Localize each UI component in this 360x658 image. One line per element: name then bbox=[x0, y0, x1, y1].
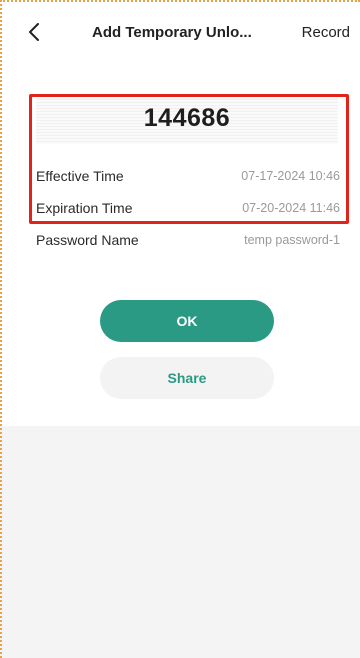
expiration-time-label: Expiration Time bbox=[36, 200, 133, 216]
password-name-label: Password Name bbox=[36, 232, 139, 248]
expiration-time-value: 07-20-2024 11:46 bbox=[242, 201, 340, 215]
password-code: 144686 bbox=[143, 104, 231, 132]
expiration-time-row: Expiration Time 07-20-2024 11:46 bbox=[36, 200, 340, 224]
password-name-row: Password Name temp password-1 bbox=[36, 232, 340, 256]
ok-button[interactable]: OK bbox=[100, 300, 274, 342]
password-name-value: temp password-1 bbox=[244, 233, 340, 247]
chevron-left-icon bbox=[29, 23, 39, 41]
effective-time-value: 07-17-2024 10:46 bbox=[241, 169, 340, 183]
effective-time-label: Effective Time bbox=[36, 168, 124, 184]
top-bar: Add Temporary Unlo... Record bbox=[0, 0, 360, 66]
share-button[interactable]: Share bbox=[100, 357, 274, 399]
record-link[interactable]: Record bbox=[302, 24, 350, 41]
page-title: Add Temporary Unlo... bbox=[92, 24, 252, 41]
effective-time-row: Effective Time 07-17-2024 10:46 bbox=[36, 168, 340, 192]
back-button[interactable] bbox=[22, 20, 46, 44]
